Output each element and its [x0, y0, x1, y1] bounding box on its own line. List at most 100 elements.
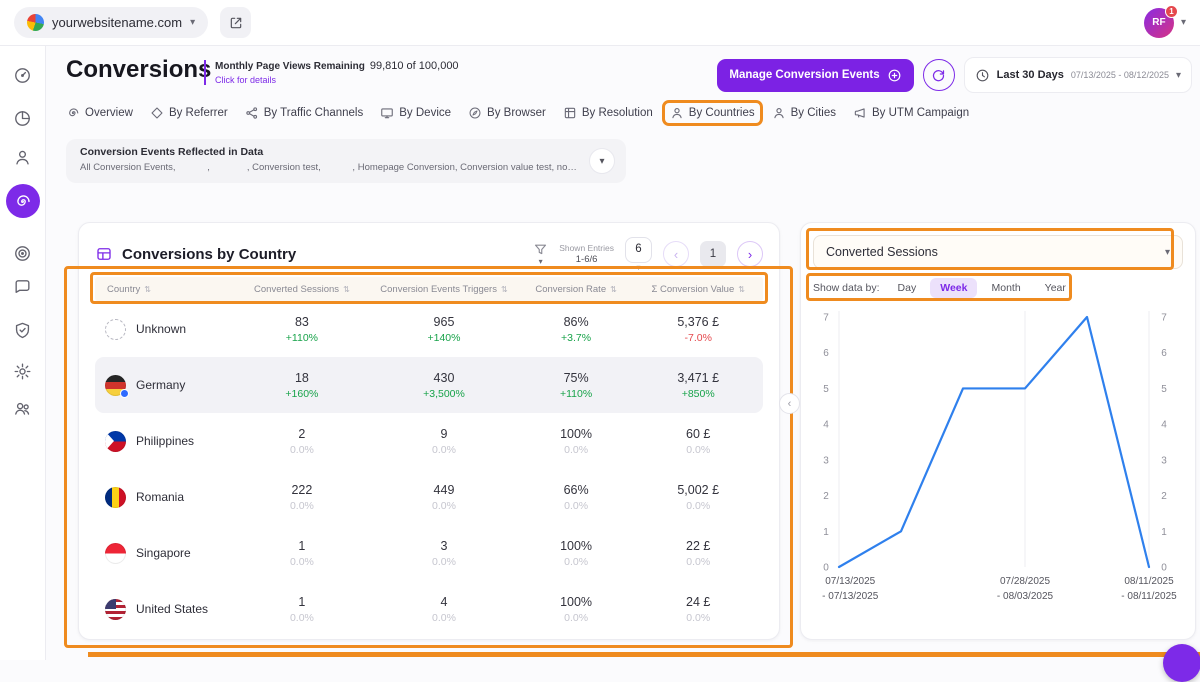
website-selector[interactable]: yourwebsitename.com ▾: [14, 7, 208, 38]
clock-icon: [975, 68, 990, 83]
sidebar-item-feedback[interactable]: [8, 272, 38, 302]
sidebar-item-support[interactable]: [8, 393, 38, 423]
resolution-icon: [563, 106, 577, 120]
svg-text:1: 1: [823, 527, 829, 538]
device-icon: [380, 106, 394, 120]
tab-by-device[interactable]: By Device: [380, 106, 451, 120]
events-expand-button[interactable]: ▾: [589, 148, 615, 174]
x-axis-tick-label: 08/11/2025- 08/11/2025: [1121, 575, 1176, 604]
page-size-chevron-icon: ▾: [636, 264, 640, 272]
table-row-germany[interactable]: Germany 18+160% 430+3,500% 75%+110% 3,47…: [95, 357, 763, 413]
sort-icon: ⇅: [501, 285, 508, 294]
converted-sessions-line-chart: 0011223344556677: [813, 303, 1185, 621]
metric-dropdown[interactable]: Converted Sessions ▾: [813, 235, 1183, 269]
tab-by-countries[interactable]: By Countries: [670, 106, 755, 120]
period-week[interactable]: Week: [930, 278, 977, 298]
annotation-bottom-strip: [88, 652, 1200, 657]
sidebar-item-conversions[interactable]: [6, 184, 40, 218]
filter-button[interactable]: ▾: [533, 242, 548, 266]
flag-romania-icon: [105, 487, 126, 508]
table-icon: [95, 245, 113, 263]
svg-text:0: 0: [1161, 563, 1167, 574]
overview-icon: [66, 106, 80, 120]
countries-icon: [670, 106, 684, 120]
sidebar-item-dashboard[interactable]: [8, 60, 38, 90]
table-row-singapore[interactable]: Singapore 10.0% 30.0% 100%0.0% 22 £0.0%: [95, 525, 763, 581]
period-year[interactable]: Year: [1035, 278, 1076, 298]
sidebar-item-settings[interactable]: [8, 356, 38, 386]
avatar[interactable]: RF 1: [1144, 8, 1174, 38]
table-row-unknown[interactable]: Unknown 83+110% 965+140% 86%+3.7% 5,376 …: [95, 301, 763, 357]
table-row-philippines[interactable]: Philippines 20.0% 90.0% 100%0.0% 60 £0.0…: [95, 413, 763, 469]
sidebar-item-privacy[interactable]: [8, 315, 38, 345]
column-header-conversion-rate[interactable]: Conversion Rate⇅: [519, 284, 634, 295]
quota-label: Monthly Page Views Remaining: [215, 61, 365, 72]
panel-collapse-handle[interactable]: ‹: [779, 393, 800, 414]
sort-icon: ⇅: [738, 285, 745, 294]
account-chevron-down-icon[interactable]: ▾: [1181, 17, 1186, 28]
page-size-select[interactable]: 6 ▾: [625, 237, 652, 272]
external-link-icon: [228, 15, 244, 31]
tab-by-utm-campaign[interactable]: By UTM Campaign: [853, 106, 969, 120]
date-range-value: 07/13/2025 - 08/12/2025: [1071, 70, 1169, 80]
chat-fab-button[interactable]: [1163, 644, 1200, 682]
quota-details-link[interactable]: Click for details: [215, 75, 459, 85]
column-header-country[interactable]: Country⇅: [95, 284, 235, 295]
manage-conversion-events-button[interactable]: Manage Conversion Events: [717, 59, 913, 92]
x-axis-tick-label: 07/13/2025- 07/13/2025: [822, 575, 878, 604]
previous-page-button[interactable]: ‹: [663, 241, 689, 267]
tab-by-cities[interactable]: By Cities: [772, 106, 836, 120]
svg-text:2: 2: [1161, 491, 1167, 502]
svg-text:4: 4: [823, 420, 829, 431]
sort-icon: ⇅: [343, 285, 350, 294]
table-row-united-states[interactable]: United States 10.0% 40.0% 100%0.0% 24 £0…: [95, 581, 763, 637]
svg-text:6: 6: [823, 348, 829, 359]
column-header-conversion-events-triggers[interactable]: Conversion Events Triggers⇅: [369, 284, 519, 295]
website-name: yourwebsitename.com: [52, 15, 182, 30]
table-header-row: Country⇅ Converted Sessions⇅ Conversion …: [95, 277, 763, 301]
chat-bubble-icon: [13, 278, 32, 297]
svg-text:7: 7: [823, 313, 829, 324]
svg-text:3: 3: [1161, 455, 1167, 466]
next-page-button[interactable]: ›: [737, 241, 763, 267]
svg-text:2: 2: [823, 491, 829, 502]
dashboard-icon: [13, 66, 32, 85]
column-header-conversion-value[interactable]: Σ Conversion Value⇅: [633, 284, 763, 295]
notification-badge: 1: [1165, 5, 1178, 18]
funnel-icon: [533, 242, 548, 257]
current-page: 1: [700, 241, 726, 267]
tab-by-referrer[interactable]: By Referrer: [150, 106, 228, 120]
conversions-by-country-panel: Conversions by Country ▾ Shown Entries 1…: [78, 222, 780, 640]
events-bar-title: Conversion Events Reflected in Data: [80, 146, 580, 158]
chart-area: 001122334455667707/13/2025- 07/13/202507…: [813, 303, 1183, 621]
sidebar-item-campaigns[interactable]: [8, 238, 38, 268]
shown-entries: Shown Entries 1-6/6: [559, 244, 614, 265]
date-preset: Last 30 Days: [997, 69, 1064, 81]
svg-text:4: 4: [1161, 420, 1167, 431]
report-tabs: Overview By Referrer By Traffic Channels…: [66, 106, 969, 120]
table-row-romania[interactable]: Romania 2220.0% 4490.0% 66%0.0% 5,002 £0…: [95, 469, 763, 525]
conversion-events-bar: Conversion Events Reflected in Data All …: [66, 139, 626, 183]
traffic-channels-icon: [245, 106, 259, 120]
flag-unknown-icon: [105, 319, 126, 340]
refresh-button[interactable]: [923, 59, 955, 91]
sidebar-item-statistics[interactable]: [8, 103, 38, 133]
show-data-by: Show data by: Day Week Month Year: [813, 277, 1183, 299]
open-website-button[interactable]: [220, 7, 251, 38]
tab-overview[interactable]: Overview: [66, 106, 133, 120]
tab-by-resolution[interactable]: By Resolution: [563, 106, 653, 120]
period-day[interactable]: Day: [888, 278, 927, 298]
date-range-picker[interactable]: Last 30 Days 07/13/2025 - 08/12/2025 ▾: [964, 57, 1192, 93]
cities-icon: [772, 106, 786, 120]
column-header-converted-sessions[interactable]: Converted Sessions⇅: [235, 284, 370, 295]
flag-united-states-icon: [105, 599, 126, 620]
tab-by-traffic-channels[interactable]: By Traffic Channels: [245, 106, 364, 120]
x-axis-tick-label: 07/28/2025- 08/03/2025: [997, 575, 1053, 604]
tab-by-browser[interactable]: By Browser: [468, 106, 546, 120]
website-favicon-icon: [27, 14, 44, 31]
sidebar-item-visitors[interactable]: [8, 142, 38, 172]
period-month[interactable]: Month: [981, 278, 1030, 298]
events-bar-list: All Conversion Events, , , Conversion te…: [80, 162, 580, 173]
person-icon: [13, 148, 32, 167]
svg-text:6: 6: [1161, 348, 1167, 359]
